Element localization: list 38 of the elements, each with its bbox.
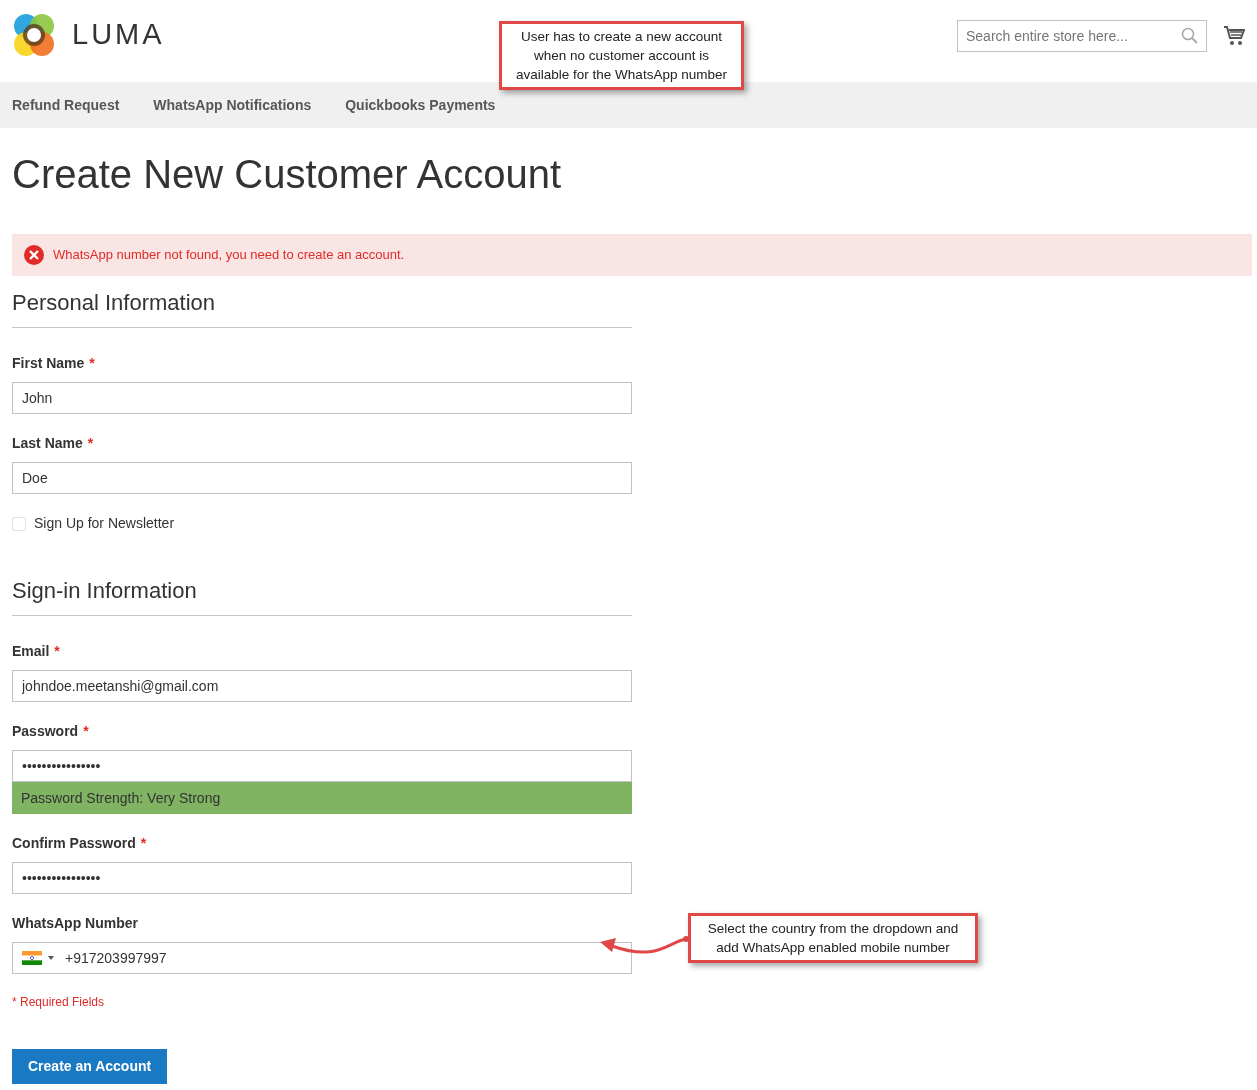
caret-icon[interactable] [48,956,54,960]
create-account-button[interactable]: Create an Account [12,1049,168,1084]
phone-input-field[interactable]: +917203997997 [12,942,632,974]
input-field[interactable]: •••••••••••••••• [12,862,632,894]
required-mark: * [54,642,60,661]
error-icon [23,244,45,266]
input-field[interactable]: Doe [12,462,632,494]
nav-link[interactable]: Quickbooks Payments [345,94,496,116]
field-label: WhatsApp Number [12,914,138,933]
page-title: Create New Customer Account [12,151,563,198]
field-label: Password [12,722,79,741]
flag-icon[interactable] [22,951,42,965]
required-fields-note: * Required Fields [12,994,106,1011]
field-label: First Name [12,354,85,373]
nav-link[interactable]: Refund Request [12,94,120,116]
required-mark: * [83,722,89,741]
field-label: Email [12,642,50,661]
cart-icon[interactable] [1223,25,1245,47]
required-mark: * [140,834,147,853]
input-field[interactable]: John [12,382,632,414]
section-title: Personal Information [12,286,632,328]
password-strength-meter: Password Strength: Very Strong [12,782,632,814]
required-mark: * [89,354,95,373]
section-title: Sign-in Information [12,574,632,616]
annotation-callout: Select the country from the dropdown and add WhatsApp enabled mobile number [688,913,978,963]
search-field[interactable]: Search entire store here... [957,20,1207,52]
error-message: WhatsApp number not found, you need to create an account. [53,246,405,265]
newsletter-checkbox[interactable] [12,516,26,531]
input-field[interactable]: johndoe.meetanshi@gmail.com [12,670,632,702]
nav-link[interactable]: WhatsApp Notifications [153,94,312,116]
password-field[interactable]: •••••••••••••••• [12,750,632,782]
logo-icon[interactable] [12,12,56,58]
annotation-callout: User has to create a new account when no customer account is available for the WhatsApp number [499,21,744,90]
checkbox-label: Sign Up for Newsletter [34,514,175,533]
field-label: Confirm Password [12,834,136,853]
logo-text[interactable]: LUMA [72,13,165,57]
required-mark: * [87,434,94,453]
field-label: Last Name [12,434,83,453]
